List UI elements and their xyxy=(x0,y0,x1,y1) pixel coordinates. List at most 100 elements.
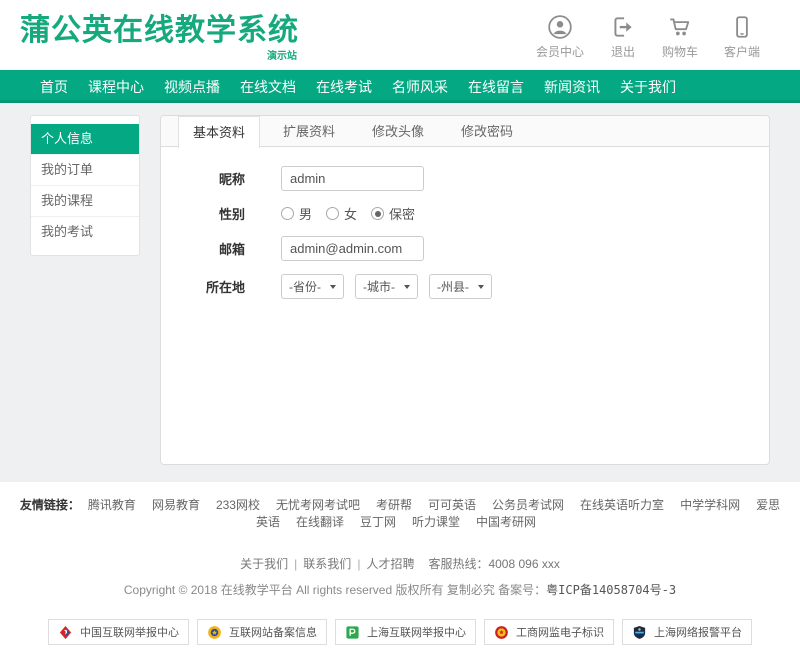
client-label: 客户端 xyxy=(724,43,760,60)
contact-us-link[interactable]: 联系我们 xyxy=(303,557,351,571)
gender-secret-label: 保密 xyxy=(389,204,415,223)
member-center-link[interactable]: 会员中心 xyxy=(536,14,584,60)
county-select-value: -州县- xyxy=(437,278,469,295)
site-subtitle: 演示站 xyxy=(20,47,299,62)
friend-link[interactable]: 听力课堂 xyxy=(412,515,460,529)
radio-circle-female xyxy=(326,207,339,220)
police-platform-icon xyxy=(632,625,647,640)
radio-circle-male xyxy=(281,207,294,220)
county-select[interactable]: -州县- xyxy=(429,274,492,299)
nickname-field[interactable] xyxy=(281,166,424,191)
gender-row: 性别 男 女 保密 xyxy=(161,204,769,223)
city-select[interactable]: -城市- xyxy=(355,274,418,299)
separator: | xyxy=(294,557,297,571)
cart-link[interactable]: 购物车 xyxy=(662,14,698,60)
china-report-center-icon xyxy=(58,625,73,640)
tab-change-avatar[interactable]: 修改头像 xyxy=(358,116,438,146)
cart-label: 购物车 xyxy=(662,43,698,60)
email-field[interactable] xyxy=(281,236,424,261)
service-hotline: 客服热线：4008 096 xxx xyxy=(428,557,559,571)
nav-item-docs[interactable]: 在线文档 xyxy=(240,72,296,102)
copyright-line: Copyright © 2018 在线教学平台 All rights reser… xyxy=(0,581,800,598)
sidebar-item-courses[interactable]: 我的课程 xyxy=(31,185,139,216)
badge-industry-commerce[interactable]: 工商网监电子标识 xyxy=(484,619,614,645)
sidebar-item-exams[interactable]: 我的考试 xyxy=(31,216,139,247)
friend-link[interactable]: 在线翻译 xyxy=(296,515,344,529)
friend-link[interactable]: 公务员考试网 xyxy=(492,498,564,512)
province-select[interactable]: -省份- xyxy=(281,274,344,299)
site-header: 蒲公英在线教学系统 演示站 会员中心 退出 购物车 客户端 xyxy=(0,0,800,70)
friend-link[interactable]: 可可英语 xyxy=(428,498,476,512)
friend-link[interactable]: 豆丁网 xyxy=(360,515,396,529)
nav-item-messages[interactable]: 在线留言 xyxy=(468,72,524,102)
location-label: 所在地 xyxy=(161,277,245,296)
careers-link[interactable]: 人才招聘 xyxy=(366,557,414,571)
radio-circle-secret xyxy=(371,207,384,220)
badge-label: 工商网监电子标识 xyxy=(516,624,604,640)
nickname-label: 昵称 xyxy=(161,169,245,188)
site-title: 蒲公英在线教学系统 xyxy=(20,15,299,47)
gender-female-label: 女 xyxy=(344,204,357,223)
member-icon xyxy=(547,14,573,40)
gender-radio-group: 男 女 保密 xyxy=(281,204,415,223)
gender-male-label: 男 xyxy=(299,204,312,223)
client-icon xyxy=(729,14,755,40)
chevron-down-icon xyxy=(478,285,484,289)
friend-link[interactable]: 中国考研网 xyxy=(476,515,536,529)
sidebar: 个人信息 我的订单 我的课程 我的考试 xyxy=(30,115,140,256)
gender-radio-female[interactable]: 女 xyxy=(326,204,357,223)
friend-link[interactable]: 233网校 xyxy=(216,498,260,512)
industry-commerce-icon xyxy=(494,625,509,640)
copyright-text: Copyright © 2018 在线教学平台 All rights reser… xyxy=(124,583,546,597)
nickname-row: 昵称 xyxy=(161,166,769,191)
content-area: 个人信息 我的订单 我的课程 我的考试 基本资料 扩展资料 修改头像 修改密码 … xyxy=(0,103,800,482)
friend-link[interactable]: 无忧考网考试吧 xyxy=(276,498,360,512)
badge-police-platform[interactable]: 上海网络报警平台 xyxy=(622,619,752,645)
logout-icon xyxy=(610,14,636,40)
gender-radio-secret[interactable]: 保密 xyxy=(371,204,415,223)
badge-label: 互联网站备案信息 xyxy=(229,624,317,640)
logo[interactable]: 蒲公英在线教学系统 演示站 xyxy=(20,15,299,62)
gender-label: 性别 xyxy=(161,204,245,223)
sidebar-item-orders[interactable]: 我的订单 xyxy=(31,154,139,185)
friend-link[interactable]: 中学学科网 xyxy=(680,498,740,512)
sidebar-item-profile[interactable]: 个人信息 xyxy=(31,124,139,154)
logout-link[interactable]: 退出 xyxy=(610,14,636,60)
tab-basic-info[interactable]: 基本资料 xyxy=(178,116,260,148)
cart-icon xyxy=(667,14,693,40)
friend-link[interactable]: 网易教育 xyxy=(152,498,200,512)
gender-radio-male[interactable]: 男 xyxy=(281,204,312,223)
nav-item-exam[interactable]: 在线考试 xyxy=(316,72,372,102)
separator: | xyxy=(357,557,360,571)
chevron-down-icon xyxy=(330,285,336,289)
tab-change-password[interactable]: 修改密码 xyxy=(447,116,527,146)
friend-links-label: 友情链接： xyxy=(20,498,80,512)
client-link[interactable]: 客户端 xyxy=(724,14,760,60)
province-select-value: -省份- xyxy=(289,278,321,295)
about-us-link[interactable]: 关于我们 xyxy=(240,557,288,571)
location-row: 所在地 -省份- -城市- -州县- xyxy=(161,274,769,299)
tab-bar: 基本资料 扩展资料 修改头像 修改密码 xyxy=(161,116,769,147)
friend-link[interactable]: 考研帮 xyxy=(376,498,412,512)
nav-item-home[interactable]: 首页 xyxy=(40,72,68,102)
tab-extended-info[interactable]: 扩展资料 xyxy=(269,116,349,146)
nav-item-course-center[interactable]: 课程中心 xyxy=(88,72,144,102)
chevron-down-icon xyxy=(404,285,410,289)
badge-label: 上海网络报警平台 xyxy=(654,624,742,640)
friend-link[interactable]: 腾讯教育 xyxy=(88,498,136,512)
nav-item-teachers[interactable]: 名师风采 xyxy=(392,72,448,102)
badge-shanghai-report-center[interactable]: 上海互联网举报中心 xyxy=(335,619,476,645)
icp-link[interactable]: 粤ICP备14058704号-3 xyxy=(546,583,676,597)
email-label: 邮箱 xyxy=(161,239,245,258)
email-row: 邮箱 xyxy=(161,236,769,261)
header-quick-links: 会员中心 退出 购物车 客户端 xyxy=(536,14,760,60)
friend-link[interactable]: 在线英语听力室 xyxy=(580,498,664,512)
badge-beian-info[interactable]: 互联网站备案信息 xyxy=(197,619,327,645)
nav-item-news[interactable]: 新闻资讯 xyxy=(544,72,600,102)
badge-china-report-center[interactable]: 中国互联网举报中心 xyxy=(48,619,189,645)
nav-item-video[interactable]: 视频点播 xyxy=(164,72,220,102)
profile-panel: 基本资料 扩展资料 修改头像 修改密码 昵称 性别 男 女 xyxy=(160,115,770,465)
nav-item-about[interactable]: 关于我们 xyxy=(620,72,676,102)
location-selects: -省份- -城市- -州县- xyxy=(281,274,492,299)
footer: 友情链接：腾讯教育网易教育233网校无忧考网考试吧考研帮可可英语公务员考试网在线… xyxy=(0,482,800,664)
